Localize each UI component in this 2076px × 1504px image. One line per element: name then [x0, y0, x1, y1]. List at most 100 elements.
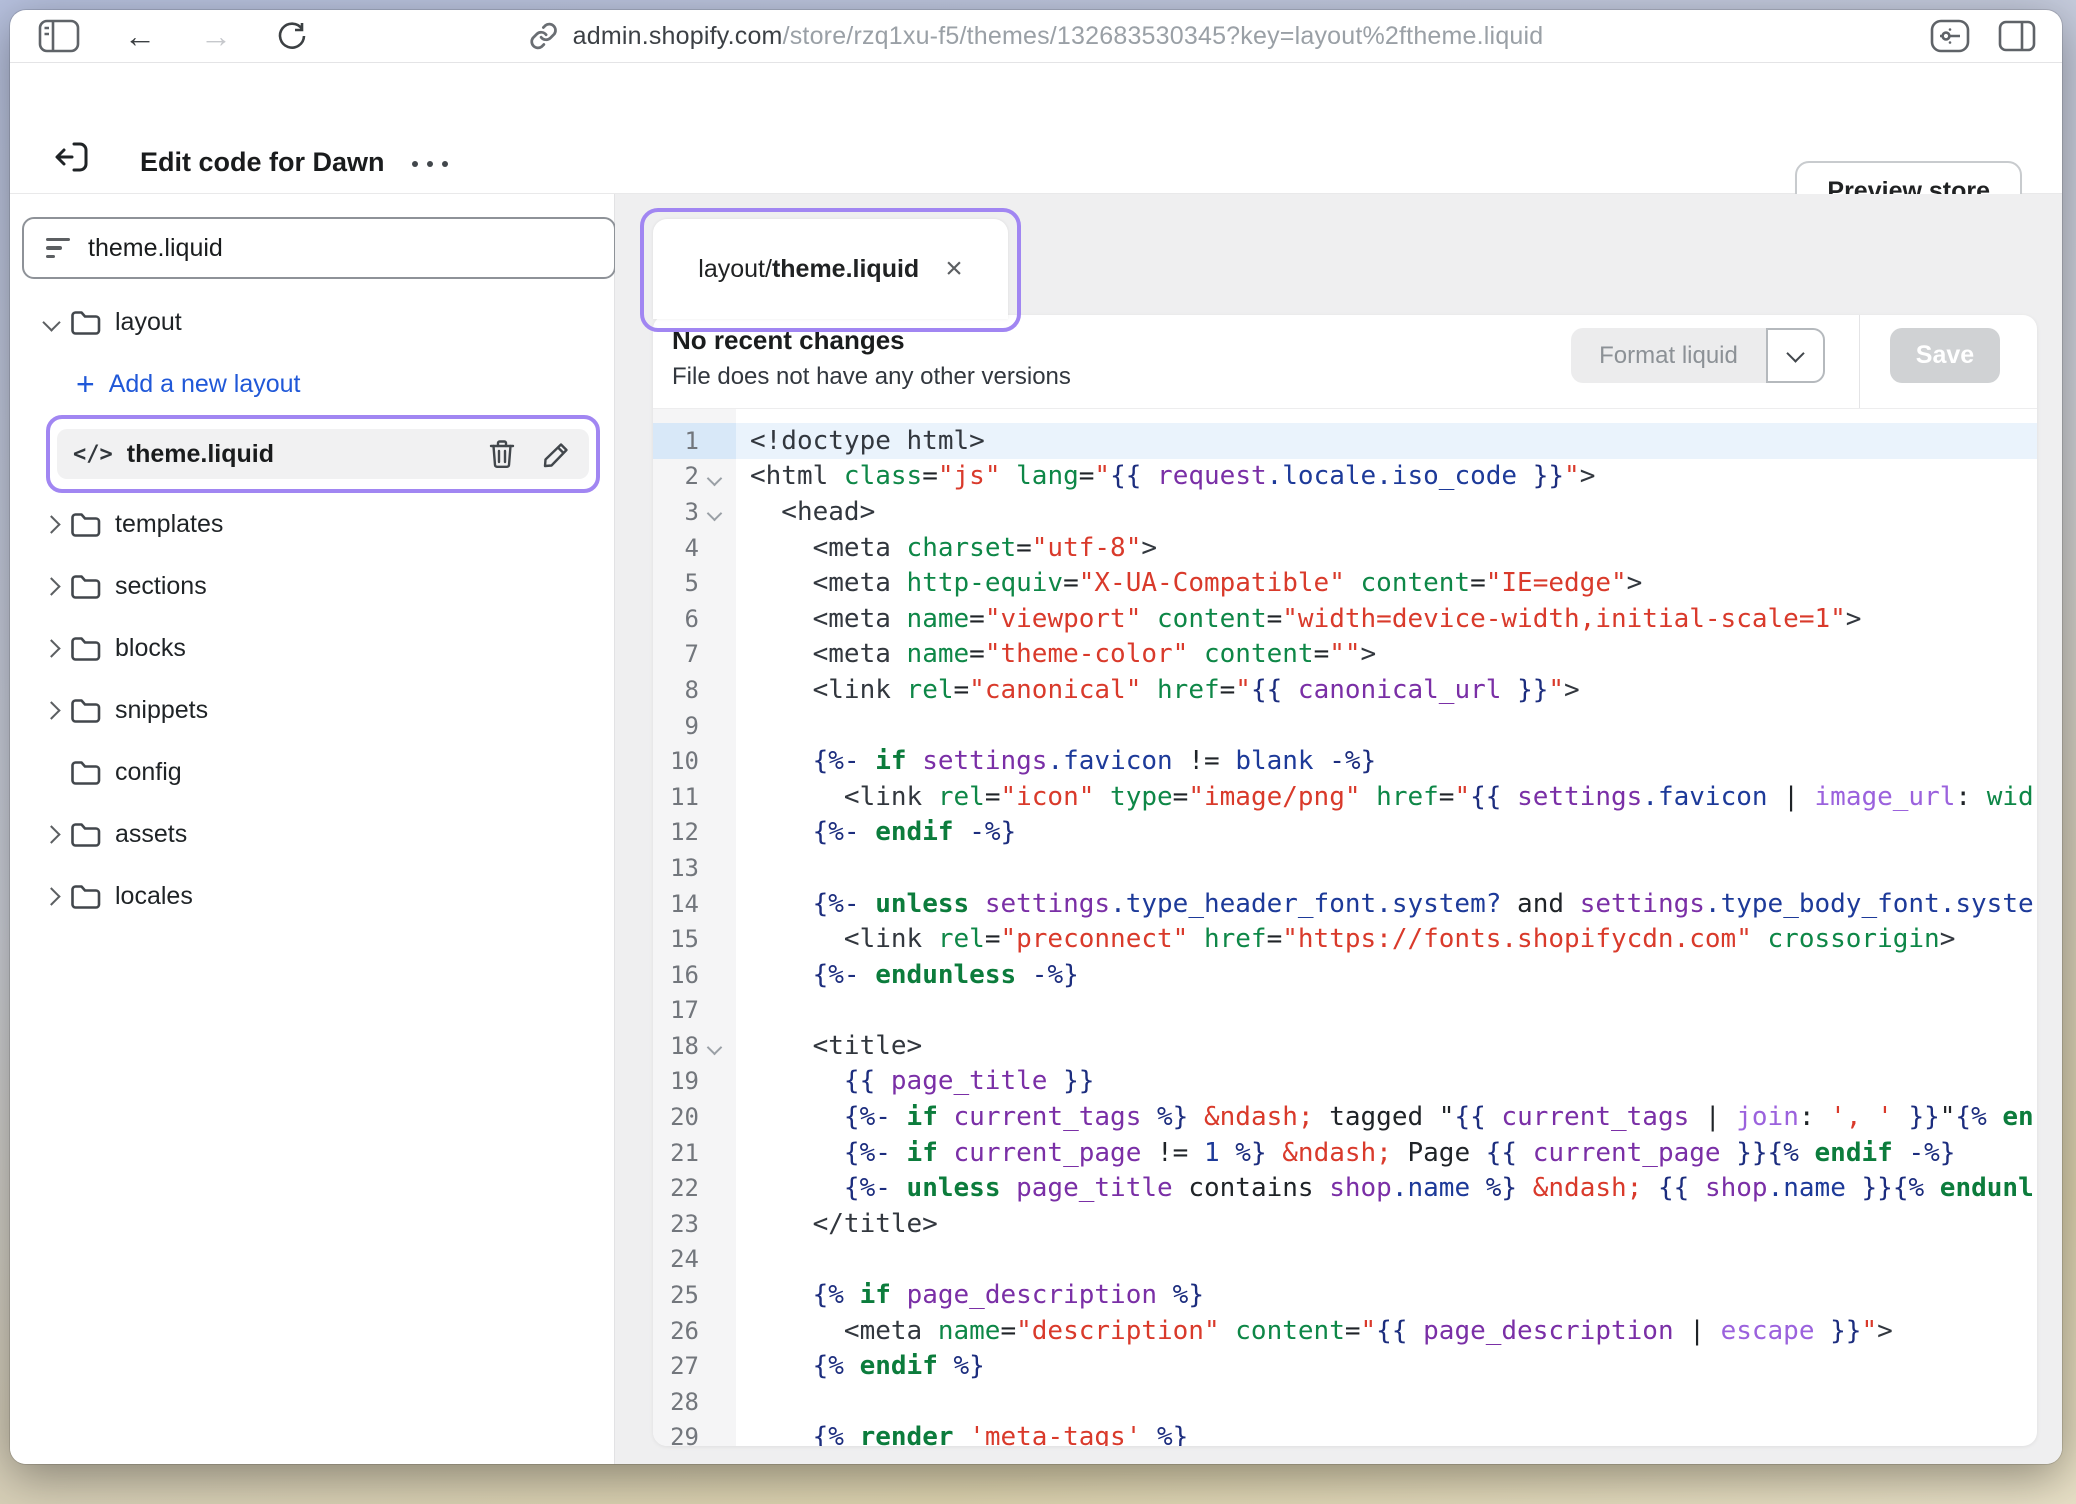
line-number: 22: [653, 1170, 736, 1206]
browser-window: ← → admin.shopify.com/store/rzq1xu-f5/th: [10, 10, 2062, 1464]
sidebar-item-locales[interactable]: locales: [10, 865, 614, 927]
save-button[interactable]: Save: [1890, 328, 2000, 383]
sidebar-item-config[interactable]: config: [10, 741, 614, 803]
editor-panel: layout/theme.liquid × No recent changes …: [615, 194, 2062, 1464]
code-line-11[interactable]: 11 <link rel="icon" type="image/png" hre…: [653, 779, 2037, 815]
line-number: 19: [653, 1064, 736, 1100]
format-liquid-button[interactable]: Format liquid: [1571, 328, 1825, 383]
line-number: 12: [653, 815, 736, 851]
code-line-18[interactable]: 18 <title>: [653, 1028, 2037, 1064]
code-line-7[interactable]: 7 <meta name="theme-color" content="">: [653, 637, 2037, 673]
code-line-8[interactable]: 8 <link rel="canonical" href="{{ canonic…: [653, 672, 2037, 708]
search-value: theme.liquid: [88, 234, 223, 263]
folder-icon: [70, 759, 101, 786]
code-line-4[interactable]: 4 <meta charset="utf-8">: [653, 530, 2037, 566]
sidebar-item-sections[interactable]: sections: [10, 555, 614, 617]
fold-chevron-icon[interactable]: [707, 506, 723, 522]
code-line-5[interactable]: 5 <meta http-equiv="X-UA-Compatible" con…: [653, 565, 2037, 601]
code-line-26[interactable]: 26 <meta name="description" content="{{ …: [653, 1313, 2037, 1349]
folder-label: snippets: [115, 696, 208, 725]
code-line-19[interactable]: 19 {{ page_title }}: [653, 1064, 2037, 1100]
code-line-21[interactable]: 21 {%- if current_page != 1 %} &ndash; P…: [653, 1135, 2037, 1171]
sidebar-toggle-icon[interactable]: [38, 19, 80, 53]
code-line-17[interactable]: 17: [653, 993, 2037, 1029]
sidebar-item-snippets[interactable]: snippets: [10, 679, 614, 741]
rename-file-icon[interactable]: [542, 440, 571, 469]
page-settings-icon[interactable]: [1930, 19, 1970, 53]
line-number: 15: [653, 921, 736, 957]
reload-icon[interactable]: [276, 20, 308, 52]
fold-chevron-icon[interactable]: [707, 470, 723, 486]
code-line-6[interactable]: 6 <meta name="viewport" content="width=d…: [653, 601, 2037, 637]
add-new-layout-link[interactable]: +Add a new layout: [10, 353, 614, 415]
code-line-28[interactable]: 28: [653, 1384, 2037, 1420]
sidebar-item-layout[interactable]: layout: [10, 291, 614, 353]
file-item-theme-liquid[interactable]: </>theme.liquid: [57, 429, 589, 479]
chevron-right-icon[interactable]: [42, 639, 60, 657]
chevron-down-icon: [1786, 344, 1804, 362]
browser-toolbar: ← → admin.shopify.com/store/rzq1xu-f5/th: [10, 10, 2062, 63]
code-line-27[interactable]: 27 {% endif %}: [653, 1348, 2037, 1384]
forward-icon[interactable]: →: [200, 20, 232, 52]
code-line-3[interactable]: 3 <head>: [653, 494, 2037, 530]
code-editor[interactable]: 1<!doctype html>2<html class="js" lang="…: [653, 408, 2037, 1446]
folder-label: blocks: [115, 634, 186, 663]
code-line-14[interactable]: 14 {%- unless settings.type_header_font.…: [653, 886, 2037, 922]
tab-theme-liquid[interactable]: layout/theme.liquid ×: [653, 219, 1008, 319]
chevron-right-icon[interactable]: [42, 887, 60, 905]
format-liquid-label[interactable]: Format liquid: [1571, 328, 1766, 383]
code-line-2[interactable]: 2<html class="js" lang="{{ request.local…: [653, 459, 2037, 495]
code-line-13[interactable]: 13: [653, 850, 2037, 886]
line-number: 18: [653, 1028, 736, 1064]
chevron-right-icon[interactable]: [42, 515, 60, 533]
tab-close-icon[interactable]: ×: [945, 254, 963, 284]
line-number: 5: [653, 565, 736, 601]
code-lines: 1<!doctype html>2<html class="js" lang="…: [653, 423, 2037, 1446]
code-line-12[interactable]: 12 {%- endif -%}: [653, 815, 2037, 851]
code-line-22[interactable]: 22 {%- unless page_title contains shop.n…: [653, 1170, 2037, 1206]
sidebar-item-templates[interactable]: templates: [10, 493, 614, 555]
code-line-25[interactable]: 25 {% if page_description %}: [653, 1277, 2037, 1313]
folder-label: locales: [115, 882, 193, 911]
chevron-right-icon[interactable]: [42, 825, 60, 843]
code-line-23[interactable]: 23 </title>: [653, 1206, 2037, 1242]
code-line-1[interactable]: 1<!doctype html>: [653, 423, 2037, 459]
address-bar[interactable]: admin.shopify.com/store/rzq1xu-f5/themes…: [529, 10, 1544, 62]
code-line-9[interactable]: 9: [653, 708, 2037, 744]
chevron-down-icon[interactable]: [42, 313, 60, 331]
link-icon: [529, 21, 559, 51]
code-line-20[interactable]: 20 {%- if current_tags %} &ndash; tagged…: [653, 1099, 2037, 1135]
split-view-icon[interactable]: [1998, 20, 2036, 52]
chevron-right-icon[interactable]: [42, 701, 60, 719]
folder-icon: [70, 511, 101, 538]
chevron-right-icon[interactable]: [42, 577, 60, 595]
sidebar-item-assets[interactable]: assets: [10, 803, 614, 865]
code-line-15[interactable]: 15 <link rel="preconnect" href="https://…: [653, 921, 2037, 957]
exit-icon[interactable]: [50, 135, 94, 179]
desktop: ← → admin.shopify.com/store/rzq1xu-f5/th: [0, 0, 2076, 1504]
line-number: 1: [653, 423, 736, 459]
file-search-input[interactable]: theme.liquid: [22, 217, 616, 279]
page-title: Edit code for Dawn: [140, 147, 385, 178]
line-number: 9: [653, 708, 736, 744]
file-tree: layout+Add a new layout </>theme.liquid te…: [10, 291, 614, 927]
format-dropdown-button[interactable]: [1766, 328, 1825, 383]
line-number: 27: [653, 1348, 736, 1384]
line-number: 25: [653, 1277, 736, 1313]
code-line-29[interactable]: 29 {% render 'meta-tags' %}: [653, 1420, 2037, 1446]
line-number: 23: [653, 1206, 736, 1242]
folder-icon: [70, 883, 101, 910]
back-icon[interactable]: ←: [124, 20, 156, 52]
code-line-10[interactable]: 10 {%- if settings.favicon != blank -%}: [653, 743, 2037, 779]
line-number: 3: [653, 494, 736, 530]
folder-icon: [70, 309, 101, 336]
sidebar-item-blocks[interactable]: blocks: [10, 617, 614, 679]
code-line-24[interactable]: 24: [653, 1242, 2037, 1278]
delete-file-icon[interactable]: [488, 439, 516, 469]
line-number: 6: [653, 601, 736, 637]
code-line-16[interactable]: 16 {%- endunless -%}: [653, 957, 2037, 993]
filter-icon: [46, 238, 70, 259]
more-actions-button[interactable]: [412, 151, 448, 177]
fold-chevron-icon[interactable]: [707, 1040, 723, 1056]
code-file-icon: </>: [73, 442, 113, 467]
